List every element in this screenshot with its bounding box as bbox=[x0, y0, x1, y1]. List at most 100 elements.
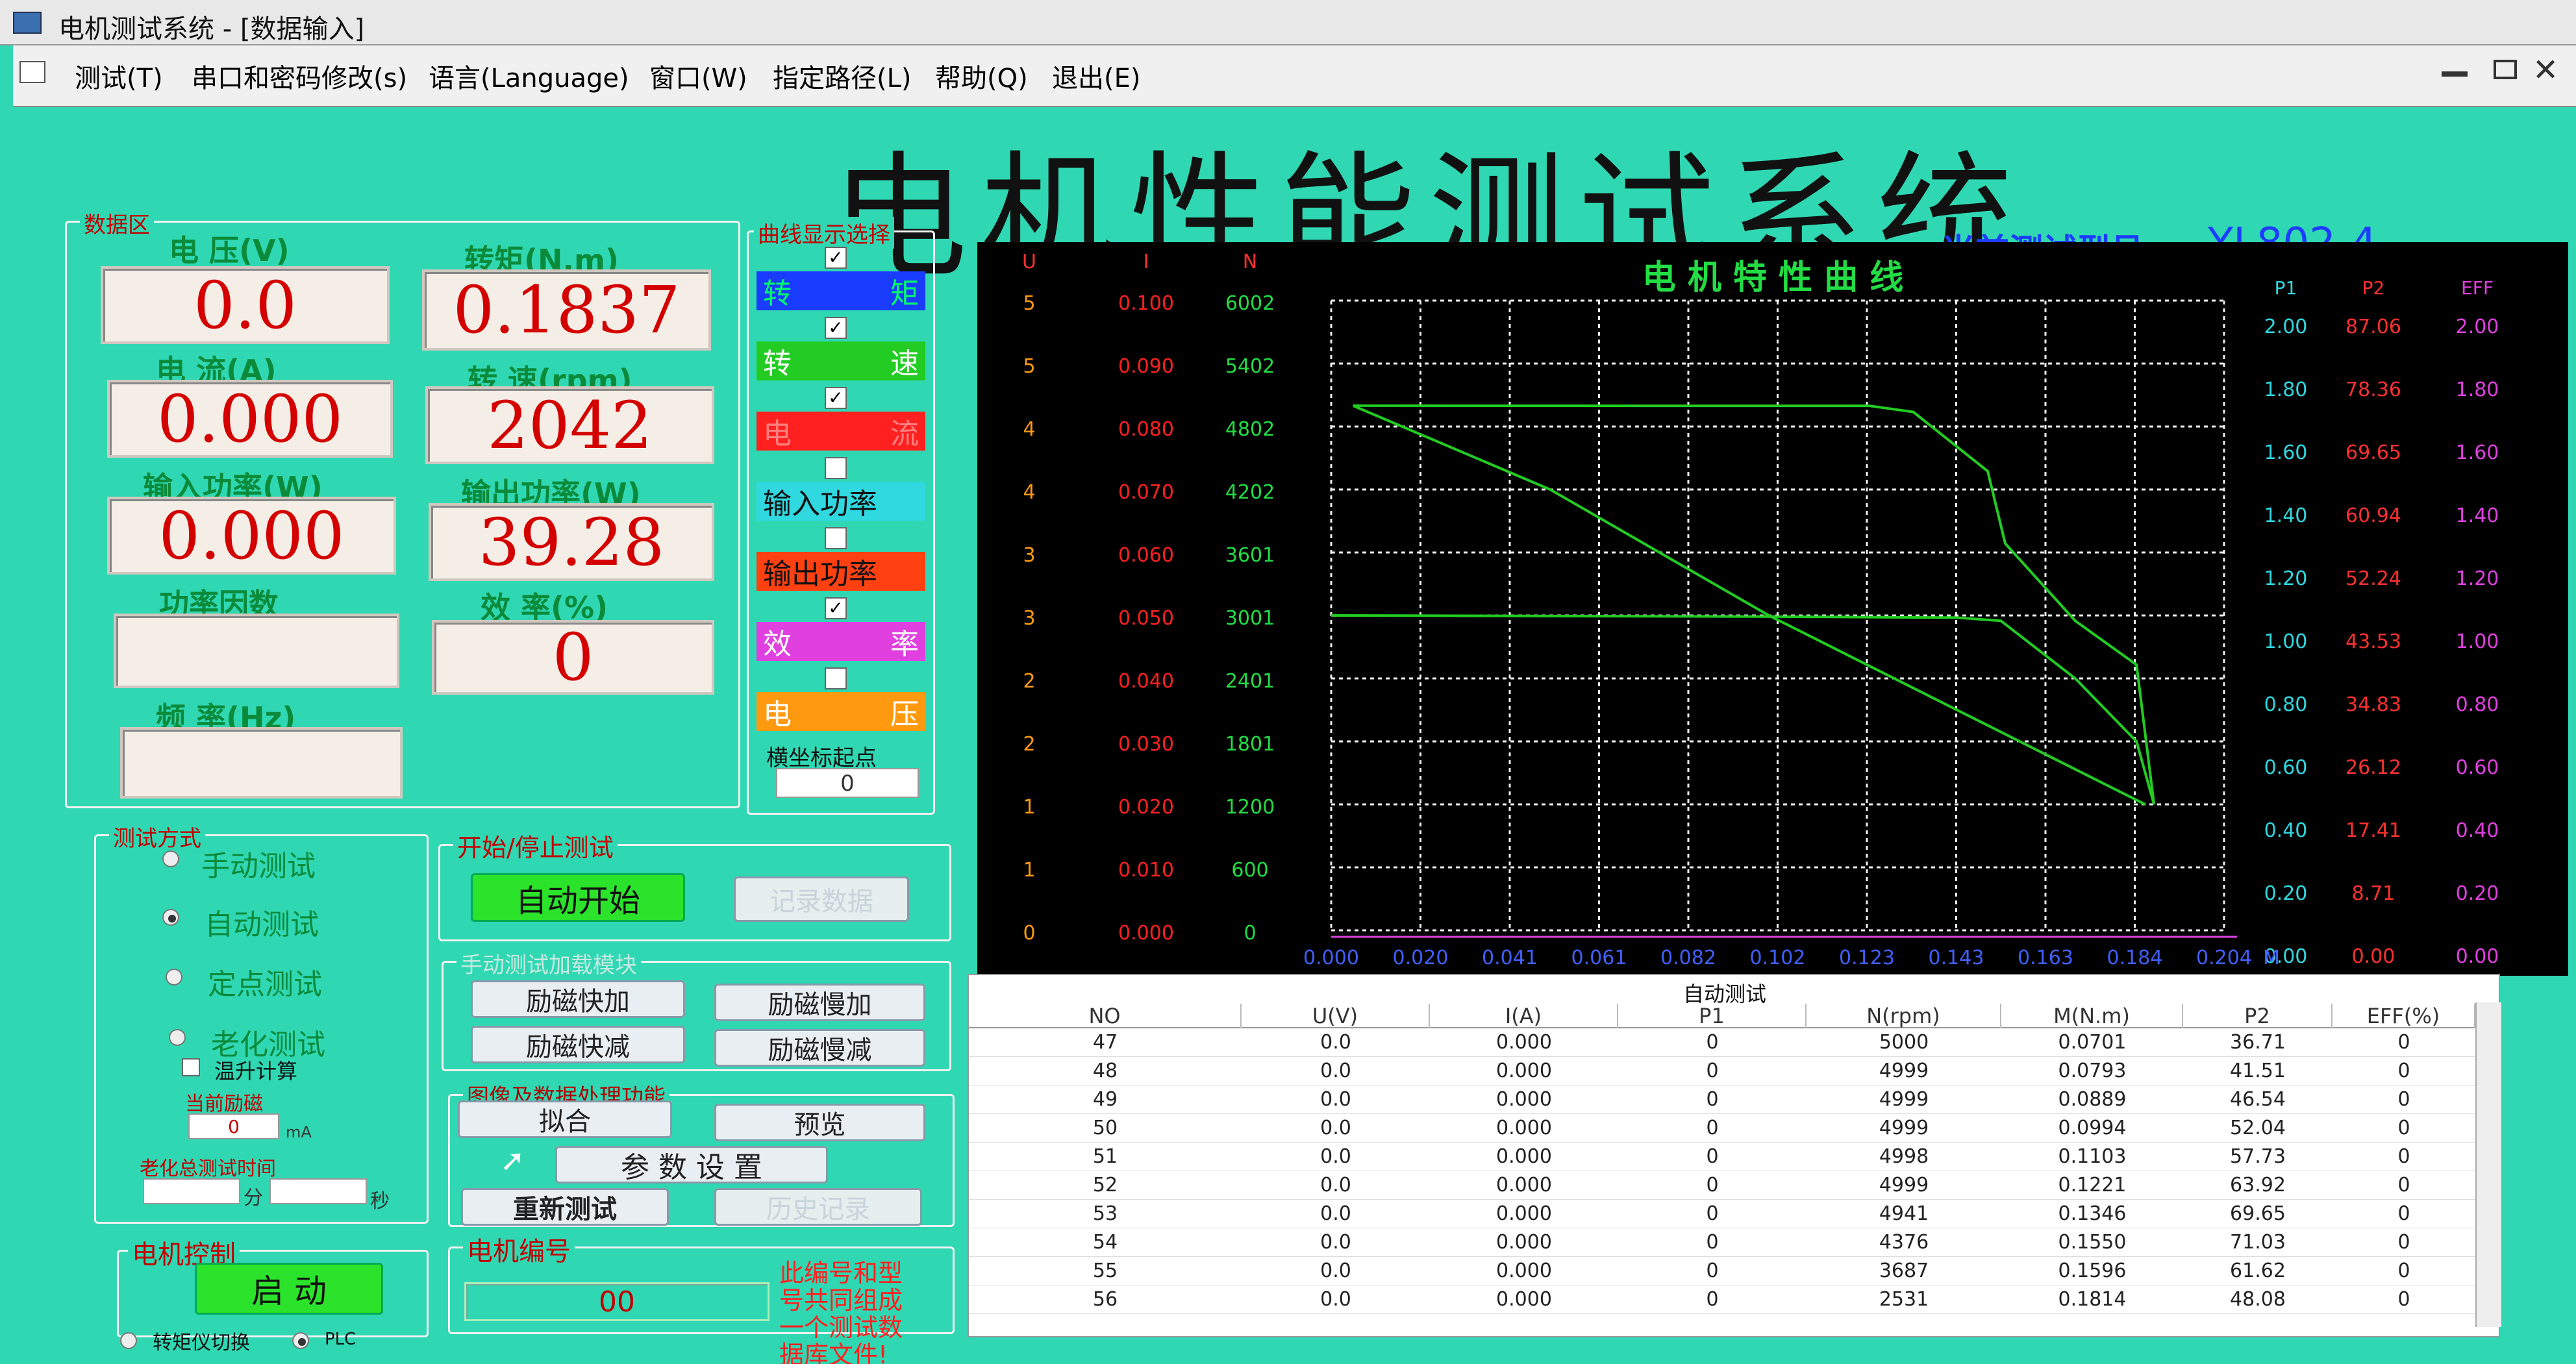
curve-checkbox-4[interactable] bbox=[825, 527, 847, 549]
preview-button[interactable]: 预览 bbox=[714, 1104, 925, 1141]
curve-checkbox-6[interactable] bbox=[825, 667, 847, 689]
table-row[interactable]: 51 0.0 0.000 0 4998 0.1103 57.73 0 bbox=[969, 1143, 2475, 1171]
table-header-cell[interactable]: M(N.m) bbox=[2001, 1004, 2183, 1028]
curve-toggle-0[interactable]: 转矩 bbox=[757, 271, 925, 310]
left-tick-I: 0.030 bbox=[1118, 733, 1174, 756]
curve-toggle-label-0-1: 矩 bbox=[890, 277, 919, 310]
left-tick-N: 5402 bbox=[1225, 355, 1275, 378]
table-row[interactable]: 55 0.0 0.000 0 3687 0.1596 61.62 0 bbox=[969, 1257, 2475, 1285]
restore-icon[interactable] bbox=[2494, 60, 2517, 79]
option-manual-label: 手动测试 bbox=[201, 850, 316, 883]
retest-button[interactable]: 重新测试 bbox=[461, 1188, 669, 1226]
table-header-cell[interactable]: P1 bbox=[1618, 1004, 1807, 1028]
menu-window[interactable]: 窗口(W) bbox=[649, 57, 747, 95]
menu-help[interactable]: 帮助(Q) bbox=[935, 57, 1028, 95]
right-tick-EFF: 1.00 bbox=[2456, 630, 2499, 653]
radio-fixed[interactable] bbox=[166, 969, 182, 986]
left-axis-header: N bbox=[1243, 251, 1257, 273]
table-row[interactable]: 49 0.0 0.000 0 4999 0.0889 46.54 0 bbox=[969, 1085, 2475, 1114]
motor-number-input[interactable]: 00 bbox=[464, 1282, 769, 1321]
left-tick-I: 0.010 bbox=[1118, 859, 1174, 882]
x-axis: 0.000 0.020 0.041 0.061 0.082 0.102 0.123 0.143… bbox=[1303, 947, 2280, 969]
history-button[interactable]: 历史记录 bbox=[714, 1188, 922, 1226]
radio-torque-switch[interactable] bbox=[120, 1332, 137, 1349]
curve-toggle-5[interactable]: 效率 bbox=[757, 622, 925, 661]
table-row[interactable]: 54 0.0 0.000 0 4376 0.1550 71.03 0 bbox=[969, 1228, 2475, 1257]
table-header-cell[interactable]: N(rpm) bbox=[1807, 1004, 2001, 1028]
origin-input[interactable]: 0 bbox=[776, 768, 919, 798]
radio-plc[interactable] bbox=[292, 1332, 309, 1349]
curve-toggle-1[interactable]: 转速 bbox=[757, 341, 925, 380]
table-row[interactable]: 53 0.0 0.000 0 4941 0.1346 69.65 0 bbox=[969, 1200, 2475, 1228]
curve-toggle-2[interactable]: 电流 bbox=[757, 412, 925, 451]
excitation-unit: mA bbox=[286, 1123, 312, 1141]
minimize-icon[interactable] bbox=[2442, 71, 2468, 77]
aging-seconds-input[interactable] bbox=[269, 1178, 367, 1204]
table-header-cell[interactable]: I(A) bbox=[1430, 1004, 1618, 1028]
table-cell: 0.0994 bbox=[2058, 1117, 2127, 1139]
left-tick-N: 3601 bbox=[1225, 544, 1275, 567]
table-scrollbar[interactable] bbox=[2475, 1002, 2501, 1327]
record-data-button[interactable]: 记录数据 bbox=[734, 876, 909, 922]
aging-minutes-input[interactable] bbox=[143, 1178, 240, 1204]
close-icon[interactable]: ✕ bbox=[2532, 52, 2558, 88]
table-row[interactable]: 56 0.0 0.000 0 2531 0.1814 48.08 0 bbox=[969, 1285, 2475, 1314]
table-header-cell[interactable]: EFF(%) bbox=[2332, 1004, 2475, 1028]
table-row[interactable]: 52 0.0 0.000 0 4999 0.1221 63.92 0 bbox=[969, 1171, 2475, 1200]
table-cell: 0 bbox=[1706, 1259, 1719, 1282]
table-cell: 63.92 bbox=[2230, 1174, 2286, 1197]
radio-aging[interactable] bbox=[169, 1029, 186, 1046]
table-header-cell[interactable]: P2 bbox=[2183, 1004, 2332, 1028]
curve-checkbox-1[interactable]: ✓ bbox=[825, 317, 847, 339]
table-row[interactable]: 48 0.0 0.000 0 4999 0.0793 41.51 0 bbox=[969, 1057, 2475, 1085]
left-tick-I: 0.090 bbox=[1118, 355, 1174, 378]
excite-slow-up-button[interactable]: 励磁慢加 bbox=[714, 984, 925, 1021]
right-tick-P2: 78.36 bbox=[2345, 378, 2401, 401]
left-axis-header: I bbox=[1144, 251, 1149, 273]
table-cell: 0.0 bbox=[1320, 1145, 1351, 1168]
menu-language[interactable]: 语言(Language) bbox=[429, 57, 629, 95]
curve-toggle-label-0-0: 转 bbox=[763, 277, 792, 310]
curve-toggle-6[interactable]: 电压 bbox=[757, 692, 925, 731]
table-header-cell[interactable]: U(V) bbox=[1242, 1004, 1430, 1028]
menu-path[interactable]: 指定路径(L) bbox=[773, 57, 912, 95]
table-header-cell[interactable]: NO bbox=[969, 1004, 1242, 1028]
table-row[interactable]: 50 0.0 0.000 0 4999 0.0994 52.04 0 bbox=[969, 1114, 2475, 1143]
menu-test[interactable]: 测试(T) bbox=[75, 57, 163, 95]
fit-button[interactable]: 拟合 bbox=[458, 1100, 672, 1138]
temp-rise-checkbox[interactable] bbox=[182, 1058, 200, 1076]
menu-serial[interactable]: 串口和密码修改(s) bbox=[192, 57, 407, 95]
app-icon bbox=[13, 12, 42, 34]
x-tick: 0.041 bbox=[1482, 947, 1538, 969]
excite-slow-down-button[interactable]: 励磁慢减 bbox=[714, 1029, 925, 1067]
table-cell: 0.000 bbox=[1496, 1202, 1552, 1225]
auto-start-button[interactable]: 自动开始 bbox=[471, 873, 685, 922]
frequency-value bbox=[120, 727, 403, 799]
table-row[interactable]: 47 0.0 0.000 0 5000 0.0701 36.71 0 bbox=[969, 1028, 2475, 1057]
curve-checkbox-5[interactable]: ✓ bbox=[825, 597, 847, 619]
params-button[interactable]: 参 数 设 置 bbox=[555, 1146, 828, 1184]
curve-checkbox-0[interactable]: ✓ bbox=[825, 247, 847, 269]
table-cell: 56 bbox=[1092, 1288, 1118, 1311]
curve-checkbox-3[interactable] bbox=[825, 457, 847, 479]
right-axes: P1 P2 EFF 2.00 1.80 1.60 1.40 1.20 1.00 0.80 0.60 0… bbox=[2264, 277, 2499, 968]
excite-fast-down-button[interactable]: 励磁快减 bbox=[471, 1026, 685, 1063]
series-line-2 bbox=[1352, 404, 2146, 806]
table-cell: 0.1814 bbox=[2058, 1288, 2127, 1311]
excitation-input[interactable]: 0 bbox=[188, 1113, 279, 1139]
menu-exit[interactable]: 退出(E) bbox=[1052, 57, 1140, 95]
motor-start-button[interactable]: 启 动 bbox=[195, 1263, 383, 1315]
curve-toggle-label-4: 输出功率 bbox=[763, 558, 877, 591]
curve-toggle-label-5-1: 率 bbox=[890, 628, 919, 661]
curve-toggle-4[interactable]: 输出功率 bbox=[757, 552, 925, 591]
table-cell: 0.0 bbox=[1320, 1259, 1351, 1282]
curve-toggle-3[interactable]: 输入功率 bbox=[757, 482, 925, 521]
table-cell: 46.54 bbox=[2230, 1088, 2286, 1111]
table-cell: 0.1221 bbox=[2058, 1174, 2127, 1197]
excite-fast-up-button[interactable]: 励磁快加 bbox=[471, 980, 685, 1018]
right-tick-P2: 43.53 bbox=[2345, 630, 2401, 653]
table-cell: 0 bbox=[2397, 1031, 2410, 1054]
radio-auto[interactable] bbox=[162, 909, 179, 926]
radio-manual[interactable] bbox=[162, 850, 179, 867]
curve-checkbox-2[interactable]: ✓ bbox=[825, 387, 847, 409]
